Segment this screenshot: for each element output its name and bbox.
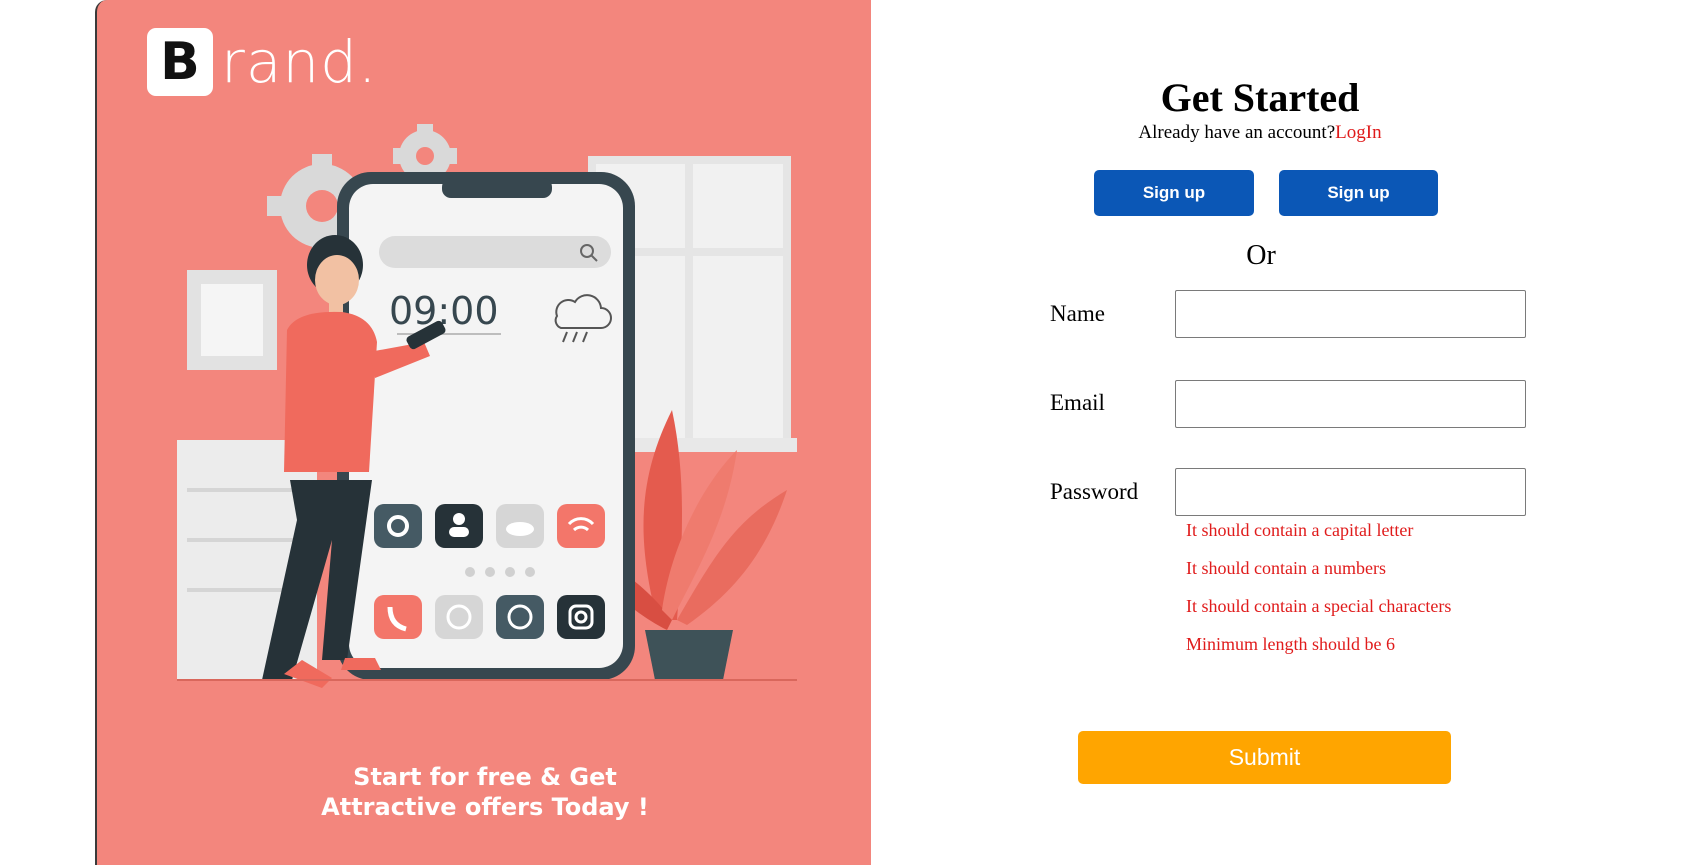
login-link[interactable]: LogIn <box>1335 122 1381 143</box>
login-prompt-text: Already have an account? <box>1138 122 1336 143</box>
submit-button[interactable]: Submit <box>1078 731 1451 784</box>
promo-line-2: Attractive offers Today ! <box>321 793 649 821</box>
page-title: Get Started <box>1160 75 1360 120</box>
email-field[interactable] <box>1175 380 1526 428</box>
promo-tagline: Start for free & Get Attractive offers T… <box>97 762 871 822</box>
password-error: It should contain a capital letter <box>1186 520 1414 540</box>
signup-button-2[interactable]: Sign up <box>1279 170 1438 216</box>
password-field[interactable] <box>1175 468 1526 516</box>
promo-line-1: Start for free & Get <box>353 763 617 791</box>
brand-logo: B rand. <box>147 27 377 97</box>
signup-button-1[interactable]: Sign up <box>1094 170 1254 216</box>
brand-logo-text: rand. <box>221 28 378 96</box>
login-prompt: Already have an account?LogIn <box>1080 122 1440 144</box>
name-label: Name <box>1050 301 1105 326</box>
phone-illustration: 09:00 <box>177 124 797 688</box>
phone-icon: 09:00 <box>337 172 635 680</box>
email-label: Email <box>1050 390 1105 415</box>
password-error: It should contain a numbers <box>1186 558 1386 578</box>
password-error: Minimum length should be 6 <box>1186 634 1395 654</box>
password-label: Password <box>1050 479 1139 504</box>
password-error: It should contain a special characters <box>1186 596 1452 616</box>
or-divider: Or <box>1246 240 1276 271</box>
name-field[interactable] <box>1175 290 1526 338</box>
promo-panel: B rand. 09:00 Start for free & Get Attra… <box>95 0 871 865</box>
brand-logo-letter: B <box>147 28 213 96</box>
